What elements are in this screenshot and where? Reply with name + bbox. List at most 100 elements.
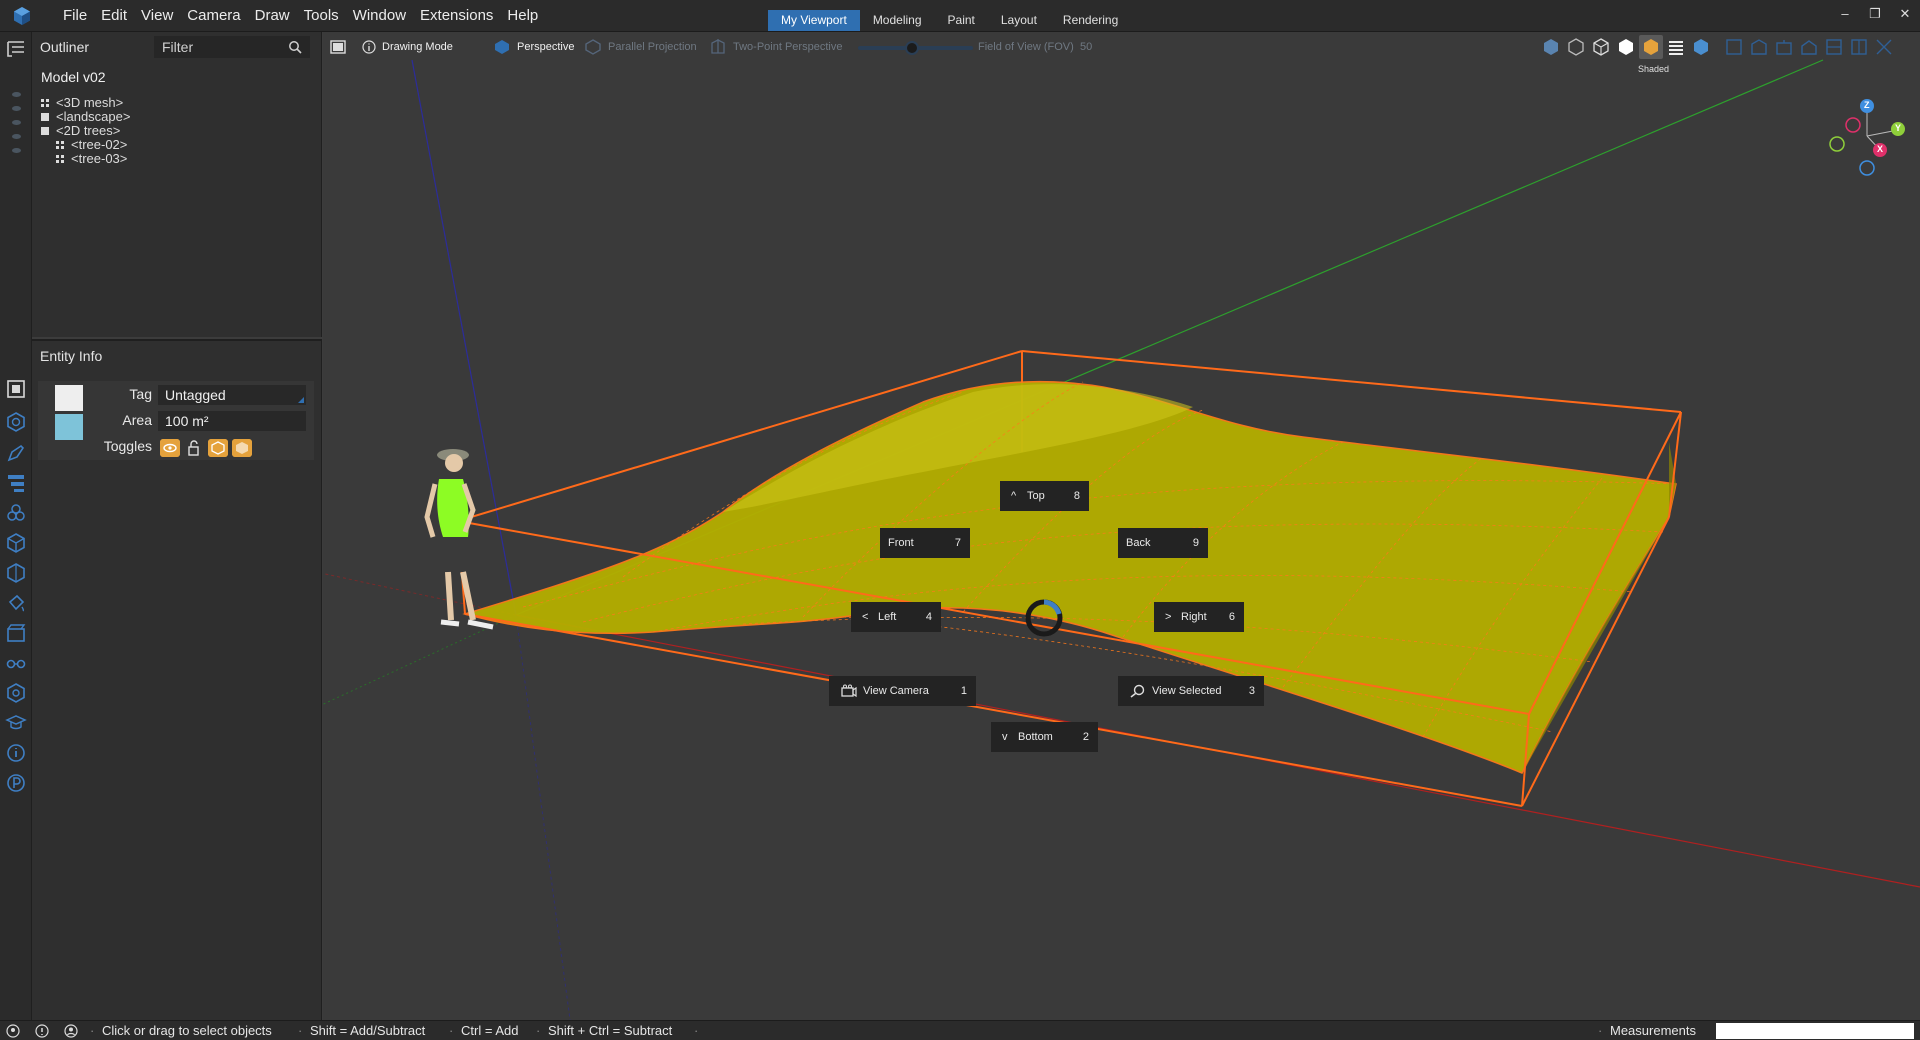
visibility-eye-icon[interactable] [12, 134, 21, 139]
tag-dropdown[interactable]: Untagged [158, 385, 306, 405]
view-left-button[interactable]: < Left 4 [851, 602, 941, 632]
menu-file[interactable]: File [56, 0, 94, 32]
menu-extensions[interactable]: Extensions [413, 0, 500, 32]
outliner-filter-input[interactable] [154, 36, 310, 58]
back-material-swatch[interactable] [55, 414, 83, 440]
visibility-eye-icon[interactable] [12, 106, 21, 111]
view-camera-button[interactable]: View Camera 1 [829, 676, 976, 706]
nav-shortcut: 7 [954, 537, 961, 549]
visibility-eye-icon[interactable] [12, 148, 21, 153]
chevron-up-icon: ^ [1011, 490, 1017, 502]
nav-shortcut: 3 [1248, 685, 1255, 697]
paint-bucket-icon[interactable] [5, 592, 27, 614]
xray-icon[interactable] [1542, 38, 1560, 56]
view-bottom-button[interactable]: v Bottom 2 [991, 722, 1098, 752]
fov-slider-handle[interactable] [905, 41, 919, 55]
menu-help[interactable]: Help [500, 0, 545, 32]
components-icon[interactable] [5, 502, 27, 524]
scene-canvas[interactable] [323, 32, 1920, 1020]
front-view-icon[interactable] [1775, 38, 1793, 56]
info-icon[interactable] [5, 742, 27, 764]
visibility-icon[interactable] [160, 439, 180, 457]
right-view-icon[interactable] [1800, 38, 1818, 56]
top-view-icon[interactable] [1750, 38, 1768, 56]
app-logo-icon[interactable] [12, 6, 32, 26]
visibility-eye-icon[interactable] [12, 120, 21, 125]
area-label: Area [122, 412, 152, 428]
nav-label: View Selected [1152, 685, 1222, 697]
wireframe-icon[interactable] [1592, 38, 1610, 56]
perspective-button[interactable]: Perspective [517, 39, 574, 55]
perspective-icon [495, 40, 509, 54]
cast-shadow-icon[interactable] [208, 439, 228, 457]
measurements-label: Measurements [1610, 1023, 1696, 1038]
measurements-input[interactable] [1716, 1023, 1914, 1039]
restore-icon[interactable]: ❐ [1860, 0, 1890, 28]
styles-icon[interactable] [5, 562, 27, 584]
drawing-mode-button[interactable]: Drawing Mode [382, 39, 453, 55]
shaded-textures-icon[interactable] [1667, 38, 1685, 56]
cube-icon[interactable] [5, 532, 27, 554]
scenes-icon[interactable] [5, 622, 27, 644]
tab-paint[interactable]: Paint [935, 10, 988, 31]
view-selected-button[interactable]: View Selected 3 [1118, 676, 1264, 706]
entity-info-panel-icon[interactable] [5, 378, 27, 400]
back-view-icon[interactable] [1825, 38, 1843, 56]
left-view-icon[interactable] [1850, 38, 1868, 56]
nav-label: Bottom [1018, 731, 1053, 743]
back-edges-icon[interactable] [1567, 38, 1585, 56]
user-account-icon[interactable] [64, 1024, 78, 1038]
chevron-left-icon: < [862, 611, 869, 623]
hidden-line-icon[interactable] [1617, 38, 1635, 56]
plugin-icon[interactable] [5, 772, 27, 794]
minimize-icon[interactable]: – [1830, 0, 1860, 28]
instructor-icon[interactable] [5, 712, 27, 734]
front-material-swatch[interactable] [55, 385, 83, 411]
outliner-panel-icon[interactable] [5, 38, 27, 60]
toggles-label: Toggles [103, 438, 152, 454]
outliner-item-tree-03[interactable]: <tree-03> [56, 151, 127, 167]
fov-value[interactable]: 50 [1080, 39, 1092, 55]
visibility-eye-icon[interactable] [12, 92, 21, 97]
menu-camera[interactable]: Camera [180, 0, 247, 32]
receive-shadow-icon[interactable] [232, 439, 252, 457]
tab-layout[interactable]: Layout [988, 10, 1050, 31]
tab-modeling[interactable]: Modeling [860, 10, 935, 31]
monochrome-icon[interactable] [1692, 38, 1710, 56]
tool-icon-strip [0, 32, 32, 1020]
tags-icon[interactable] [5, 442, 27, 464]
view-front-button[interactable]: Front 7 [880, 528, 970, 558]
gizmo-y-label[interactable]: Y [1895, 123, 1901, 133]
materials-icon[interactable] [5, 411, 27, 433]
glasses-icon[interactable] [5, 652, 27, 674]
menu-draw[interactable]: Draw [248, 0, 297, 32]
menu-view[interactable]: View [134, 0, 180, 32]
view-top-button[interactable]: ^ Top 8 [1000, 481, 1089, 511]
settings-icon[interactable] [5, 682, 27, 704]
search-icon[interactable] [288, 40, 302, 54]
bottom-view-icon[interactable] [1875, 38, 1893, 56]
nav-shortcut: 1 [960, 685, 967, 697]
two-point-perspective-button[interactable]: Two-Point Perspective [733, 39, 842, 55]
menu-tools[interactable]: Tools [297, 0, 346, 32]
viewport-panel-toggle-icon[interactable] [330, 40, 346, 54]
parallel-projection-button[interactable]: Parallel Projection [608, 39, 697, 55]
gizmo-x-label[interactable]: X [1877, 144, 1883, 154]
menu-edit[interactable]: Edit [94, 0, 134, 32]
close-icon[interactable]: ✕ [1890, 0, 1920, 28]
credits-icon[interactable] [35, 1024, 49, 1038]
lock-icon[interactable] [184, 439, 204, 457]
layers-icon[interactable] [5, 472, 27, 494]
iso-view-icon[interactable] [1725, 38, 1743, 56]
geolocation-icon[interactable] [6, 1024, 20, 1038]
3d-viewport[interactable]: Z Y X Drawing Mode Perspective Parallel … [323, 32, 1920, 1020]
nav-shortcut: 4 [925, 611, 932, 623]
entity-info-title: Entity Info [40, 348, 103, 364]
tab-rendering[interactable]: Rendering [1050, 10, 1131, 31]
view-right-button[interactable]: > Right 6 [1154, 602, 1244, 632]
view-back-button[interactable]: Back 9 [1118, 528, 1208, 558]
tab-my-viewport[interactable]: My Viewport [768, 10, 860, 31]
shaded-style-button[interactable] [1639, 35, 1663, 59]
gizmo-z-label[interactable]: Z [1864, 100, 1870, 110]
menu-window[interactable]: Window [346, 0, 413, 32]
